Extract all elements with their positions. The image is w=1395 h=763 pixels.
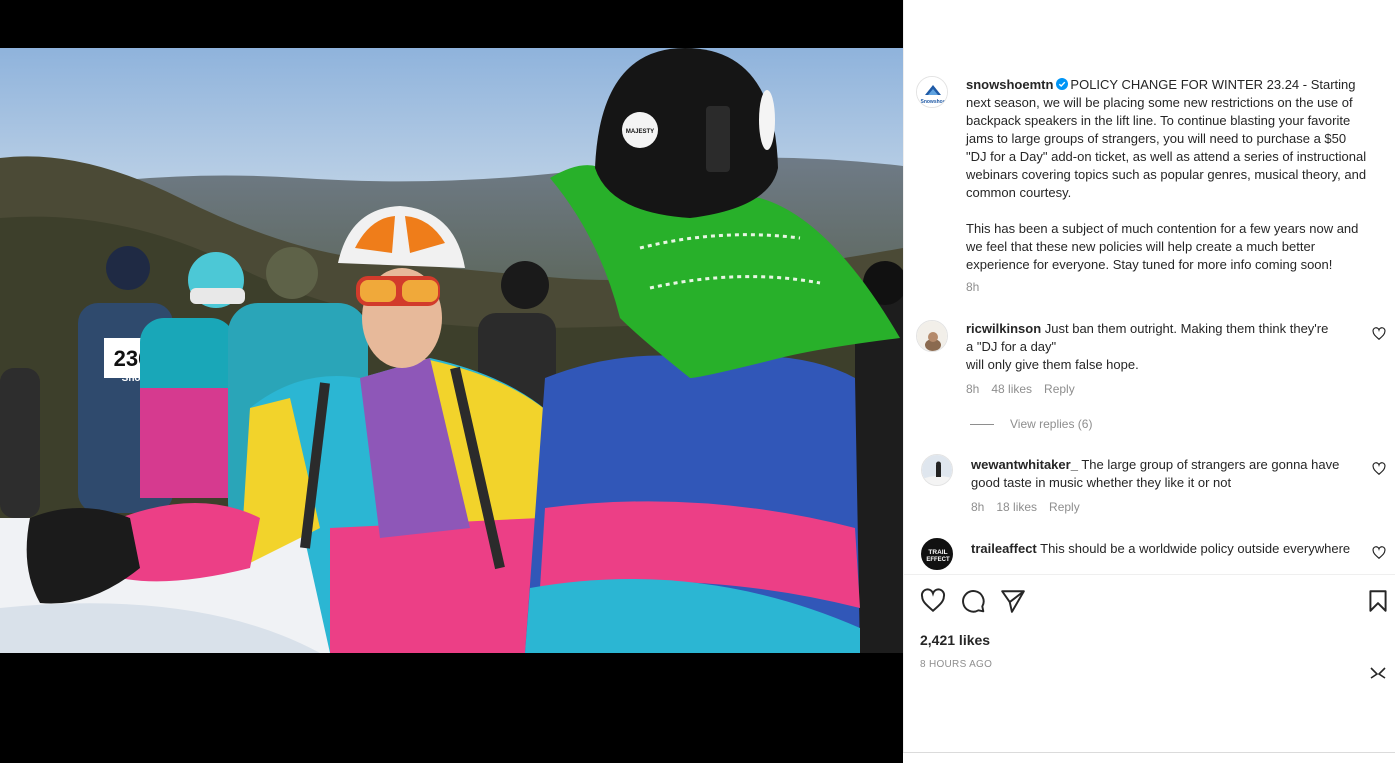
comment-time: 8h [971,500,985,514]
paper-plane-icon[interactable] [1000,588,1026,614]
post-photo[interactable]: 236 Snow MAJESTY [0,48,903,653]
post-media: 236 Snow MAJESTY [0,0,903,763]
panel-bottom-edge [903,752,1395,763]
view-replies-button[interactable]: View replies (6) [1010,417,1092,431]
user-photo-icon [922,455,952,485]
reply-button[interactable]: Reply [1049,500,1080,514]
post-time-ago: 8 HOURS AGO [920,659,993,670]
verified-badge-icon [1056,78,1069,90]
avatar-logo-line2: EFFECT [926,557,950,563]
avatar-logo-line1: TRAIL [928,549,947,556]
commenter-avatar[interactable] [916,320,948,352]
caption-timestamp: 8h [966,280,980,294]
comment-username[interactable]: ricwilkinson [966,321,1041,336]
bookmark-icon[interactable] [1365,588,1391,614]
comment-time: 8h [966,382,980,396]
author-avatar[interactable]: Snowshoe [916,76,948,108]
caption-paragraph-1: POLICY CHANGE FOR WINTER 23.24 - Startin… [966,77,1367,200]
comment-text: ricwilkinson Just ban them outright. Mak… [966,320,1368,374]
comment-body: This should be a worldwide policy outsid… [1040,541,1351,556]
user-photo-icon [917,321,947,351]
commenter-avatar[interactable]: TRAIL EFFECT [921,538,953,570]
comment-username[interactable]: wewantwhitaker_ [971,457,1078,472]
comment-body-line2: a "DJ for a day" [966,339,1057,354]
comment-username[interactable]: traileaffect [971,541,1037,556]
comment-likes[interactable]: 48 likes [991,382,1032,396]
reply-button[interactable]: Reply [1044,382,1075,396]
helmet-sticker-text: MAJESTY [626,129,654,135]
post-caption: snowshoemtn POLICY CHANGE FOR WINTER 23.2… [966,76,1368,202]
post-details-panel: Snowshoe snowshoemtn POLICY CHANGE FOR WI… [903,0,1395,752]
comment-body-line3: will only give them false hope. [966,357,1139,372]
replies-divider [970,424,994,425]
commenter-avatar[interactable] [921,454,953,486]
comment-like-heart-icon[interactable] [1372,327,1386,341]
comment-meta: 8h 18 likes Reply [971,500,1092,514]
post-like-count[interactable]: 2,421 likes [920,632,990,648]
comment-icon[interactable] [960,588,986,614]
comments-scroll-area[interactable]: Snowshoe snowshoemtn POLICY CHANGE FOR WI… [904,68,1395,572]
caption-paragraph-2: This has been a subject of much contenti… [966,221,1359,272]
heart-icon[interactable] [920,588,946,614]
comment-like-heart-icon[interactable] [1372,462,1386,476]
comment-text: traileaffect This should be a worldwide … [971,540,1368,558]
comment-like-heart-icon[interactable] [1372,546,1386,560]
section-divider [904,574,1395,575]
avatar-brand-text: Snowshoe [920,99,945,105]
comment-text: wewantwhitaker_ The large group of stran… [971,456,1368,492]
comment-body-line1: Just ban them outright. Making them thin… [1044,321,1329,336]
comment-meta: 8h 48 likes Reply [966,382,1087,396]
comment-likes[interactable]: 18 likes [996,500,1037,514]
collapse-icon[interactable] [1369,666,1387,680]
author-username[interactable]: snowshoemtn [966,77,1053,92]
trail-effect-logo-icon: TRAIL EFFECT [922,539,952,569]
snowshoe-logo-icon: Snowshoe [917,77,947,107]
